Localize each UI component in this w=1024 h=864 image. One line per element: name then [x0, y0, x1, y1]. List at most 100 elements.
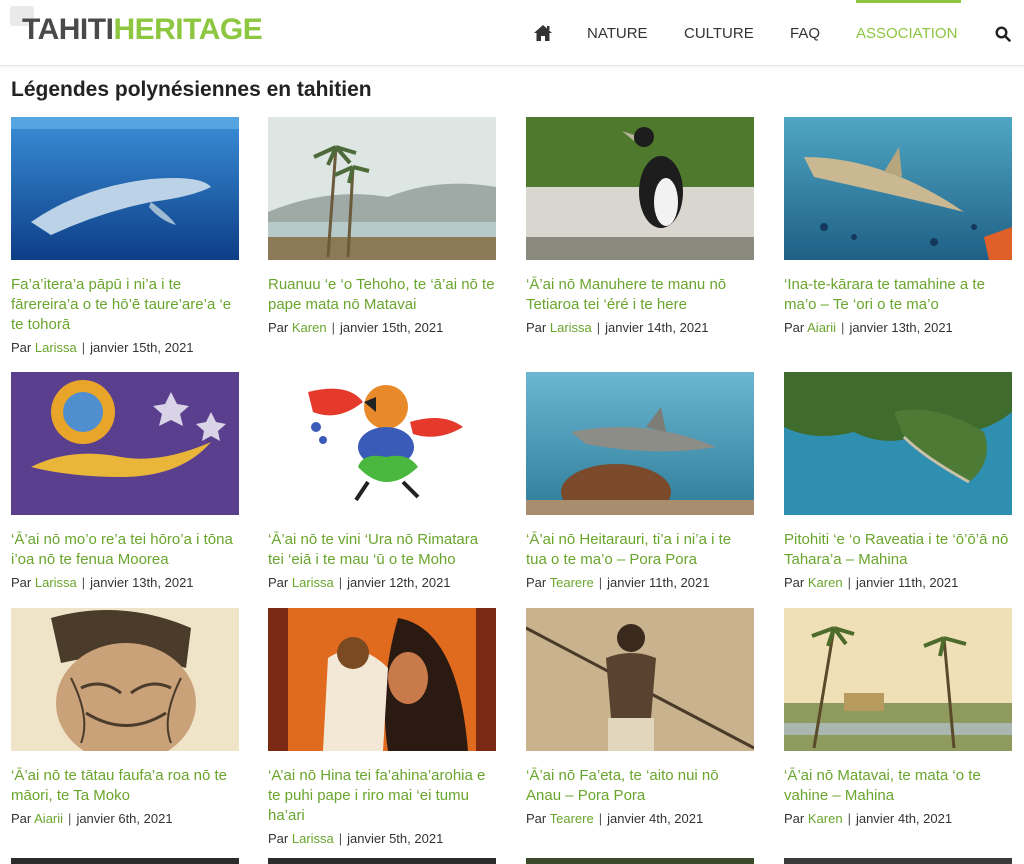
post-thumbnail-parrot-drawing[interactable]	[268, 372, 496, 515]
meta-separator: |	[81, 575, 86, 590]
meta-by: Par	[784, 320, 805, 335]
post-thumbnail-ta-moko[interactable]	[11, 608, 239, 751]
search-icon[interactable]	[995, 26, 1011, 42]
post-thumbnail-hina-painting[interactable]	[268, 608, 496, 751]
logo-tahiti: TAHITI	[22, 13, 114, 46]
meta-by: Par	[11, 575, 32, 590]
meta-separator: |	[598, 575, 603, 590]
post-author-link[interactable]: Larissa	[292, 575, 334, 590]
meta-by: Par	[268, 831, 289, 846]
post-thumbnail-partial[interactable]	[784, 858, 1012, 864]
post-date: janvier 13th, 2021	[849, 320, 953, 335]
post-title[interactable]: ‘Ā’ai nō Manuhere te manu nō Tetiaroa te…	[526, 275, 754, 315]
post-thumbnail-warrior[interactable]	[526, 608, 754, 751]
meta-by: Par	[784, 811, 805, 826]
post-author-link[interactable]: Karen	[292, 320, 327, 335]
post-title[interactable]: ‘Ā’ai nō mo’o re’a tei hōro’a i tōna i’o…	[11, 530, 239, 570]
post-title[interactable]: ‘Ā’ai nō Matavai, te mata ‘o te vahine –…	[784, 766, 1012, 806]
post-thumbnail-shark[interactable]	[784, 117, 1012, 260]
post-date: janvier 6th, 2021	[76, 811, 173, 826]
post-thumbnail-matavai-painting[interactable]	[784, 608, 1012, 751]
post-card: ‘Ā’ai nō mo’o re’a tei hōro’a i tōna i’o…	[11, 372, 239, 592]
post-meta: Par Karen | janvier 15th, 2021	[268, 319, 496, 337]
post-card: Pitohiti ‘e ‘o Raveatia i te ‘ō’ō’ā nō T…	[784, 372, 1012, 592]
post-meta: Par Tearere | janvier 11th, 2021	[526, 574, 754, 592]
post-thumbnail-reef-shark[interactable]	[526, 372, 754, 515]
post-meta: Par Larissa | janvier 5th, 2021	[268, 830, 496, 848]
post-thumbnail-whale[interactable]	[11, 117, 239, 260]
post-date: janvier 15th, 2021	[339, 320, 444, 335]
meta-separator: |	[841, 320, 845, 335]
post-thumbnail-partial[interactable]	[268, 858, 496, 864]
post-card: ‘Ā’ai nō Manuhere te manu nō Tetiaroa te…	[526, 117, 754, 337]
post-thumbnail-coast-aerial[interactable]	[784, 372, 1012, 515]
post-author-link[interactable]: Larissa	[550, 320, 592, 335]
post-card: ‘Ā’ai nō Heitarauri, ti’a i ni’a i te tu…	[526, 372, 754, 592]
site-header: TAHITIHERITAGE NATURE CULTURE FAQ ASSOCI…	[0, 0, 1024, 66]
meta-separator: |	[596, 320, 601, 335]
meta-separator: |	[847, 575, 851, 590]
post-title[interactable]: ‘Ā’ai nō te vini ‘Ura nō Rimatara tei ‘e…	[268, 530, 496, 570]
nav-nature[interactable]: NATURE	[587, 25, 648, 42]
post-thumbnail-partial[interactable]	[526, 858, 754, 864]
post-meta: Par Larissa | janvier 14th, 2021	[526, 319, 754, 337]
post-author-link[interactable]: Tearere	[550, 811, 594, 826]
post-meta: Par Larissa | janvier 15th, 2021	[11, 339, 239, 357]
meta-by: Par	[11, 811, 32, 826]
meta-separator: |	[338, 575, 343, 590]
post-thumbnail-painting-matavai[interactable]	[268, 117, 496, 260]
post-thumbnail-lizard[interactable]	[11, 372, 239, 515]
post-date: janvier 15th, 2021	[90, 340, 194, 355]
meta-separator: |	[68, 811, 72, 826]
post-title[interactable]: ‘Ā’ai nō Heitarauri, ti’a i ni’a i te tu…	[526, 530, 754, 570]
nav-active-indicator	[856, 0, 961, 3]
post-meta: Par Aiarii | janvier 13th, 2021	[784, 319, 1012, 337]
post-card: Ruanuu ‘e ‘o Tehoho, te ‘ā’ai nō te pape…	[268, 117, 496, 337]
post-author-link[interactable]: Larissa	[292, 831, 334, 846]
post-card: ‘Ina-te-kārara te tamahine a te ma’o – T…	[784, 117, 1012, 337]
nav-faq[interactable]: FAQ	[790, 25, 820, 42]
post-meta: Par Larissa | janvier 13th, 2021	[11, 574, 239, 592]
post-date: janvier 11th, 2021	[855, 575, 959, 590]
meta-by: Par	[268, 320, 289, 335]
post-title[interactable]: ‘Ina-te-kārara te tamahine a te ma’o – T…	[784, 275, 1012, 315]
post-title[interactable]: ‘A’ai nō Hina tei fa’ahina’arohia e te p…	[268, 766, 496, 826]
post-author-link[interactable]: Tearere	[550, 575, 594, 590]
post-meta: Par Aiarii | janvier 6th, 2021	[11, 810, 239, 828]
post-title[interactable]: ‘Ā’ai nō Fa’eta, te ‘aito nui nō Anau – …	[526, 766, 754, 806]
home-icon[interactable]	[533, 24, 553, 42]
meta-by: Par	[268, 575, 289, 590]
post-title[interactable]: Ruanuu ‘e ‘o Tehoho, te ‘ā’ai nō te pape…	[268, 275, 496, 315]
meta-separator: |	[338, 831, 343, 846]
nav-culture[interactable]: CULTURE	[684, 25, 754, 42]
post-meta: Par Tearere | janvier 4th, 2021	[526, 810, 754, 828]
post-card: ‘Ā’ai nō te vini ‘Ura nō Rimatara tei ‘e…	[268, 372, 496, 592]
nav-association[interactable]: ASSOCIATION	[856, 25, 957, 42]
page-title: Légendes polynésiennes en tahitien	[11, 78, 372, 101]
post-date: janvier 12th, 2021	[347, 575, 451, 590]
post-author-link[interactable]: Larissa	[35, 575, 77, 590]
post-author-link[interactable]: Aiarii	[34, 811, 63, 826]
post-title[interactable]: Pitohiti ‘e ‘o Raveatia i te ‘ō’ō’ā nō T…	[784, 530, 1012, 570]
post-title[interactable]: ‘Ā’ai nō te tātau faufa’a roa nō te māor…	[11, 766, 239, 806]
post-title[interactable]: Fa’a’itera’a pāpū i ni’a i te fārereira’…	[11, 275, 239, 335]
meta-separator: |	[598, 811, 603, 826]
post-author-link[interactable]: Karen	[808, 811, 843, 826]
post-date: janvier 4th, 2021	[607, 811, 704, 826]
post-author-link[interactable]: Larissa	[35, 340, 77, 355]
post-thumbnail-bird[interactable]	[526, 117, 754, 260]
meta-by: Par	[526, 575, 547, 590]
post-thumbnail-partial[interactable]	[11, 858, 239, 864]
logo-heritage: HERITAGE	[113, 13, 263, 46]
post-meta: Par Larissa | janvier 12th, 2021	[268, 574, 496, 592]
post-date: janvier 13th, 2021	[90, 575, 194, 590]
meta-separator: |	[331, 320, 335, 335]
post-author-link[interactable]: Aiarii	[807, 320, 836, 335]
site-logo[interactable]: TAHITIHERITAGE	[22, 12, 263, 48]
meta-by: Par	[11, 340, 32, 355]
meta-by: Par	[784, 575, 805, 590]
meta-separator: |	[81, 340, 86, 355]
post-card: ‘Ā’ai nō te tātau faufa’a roa nō te māor…	[11, 608, 239, 828]
post-author-link[interactable]: Karen	[808, 575, 843, 590]
meta-by: Par	[526, 811, 547, 826]
